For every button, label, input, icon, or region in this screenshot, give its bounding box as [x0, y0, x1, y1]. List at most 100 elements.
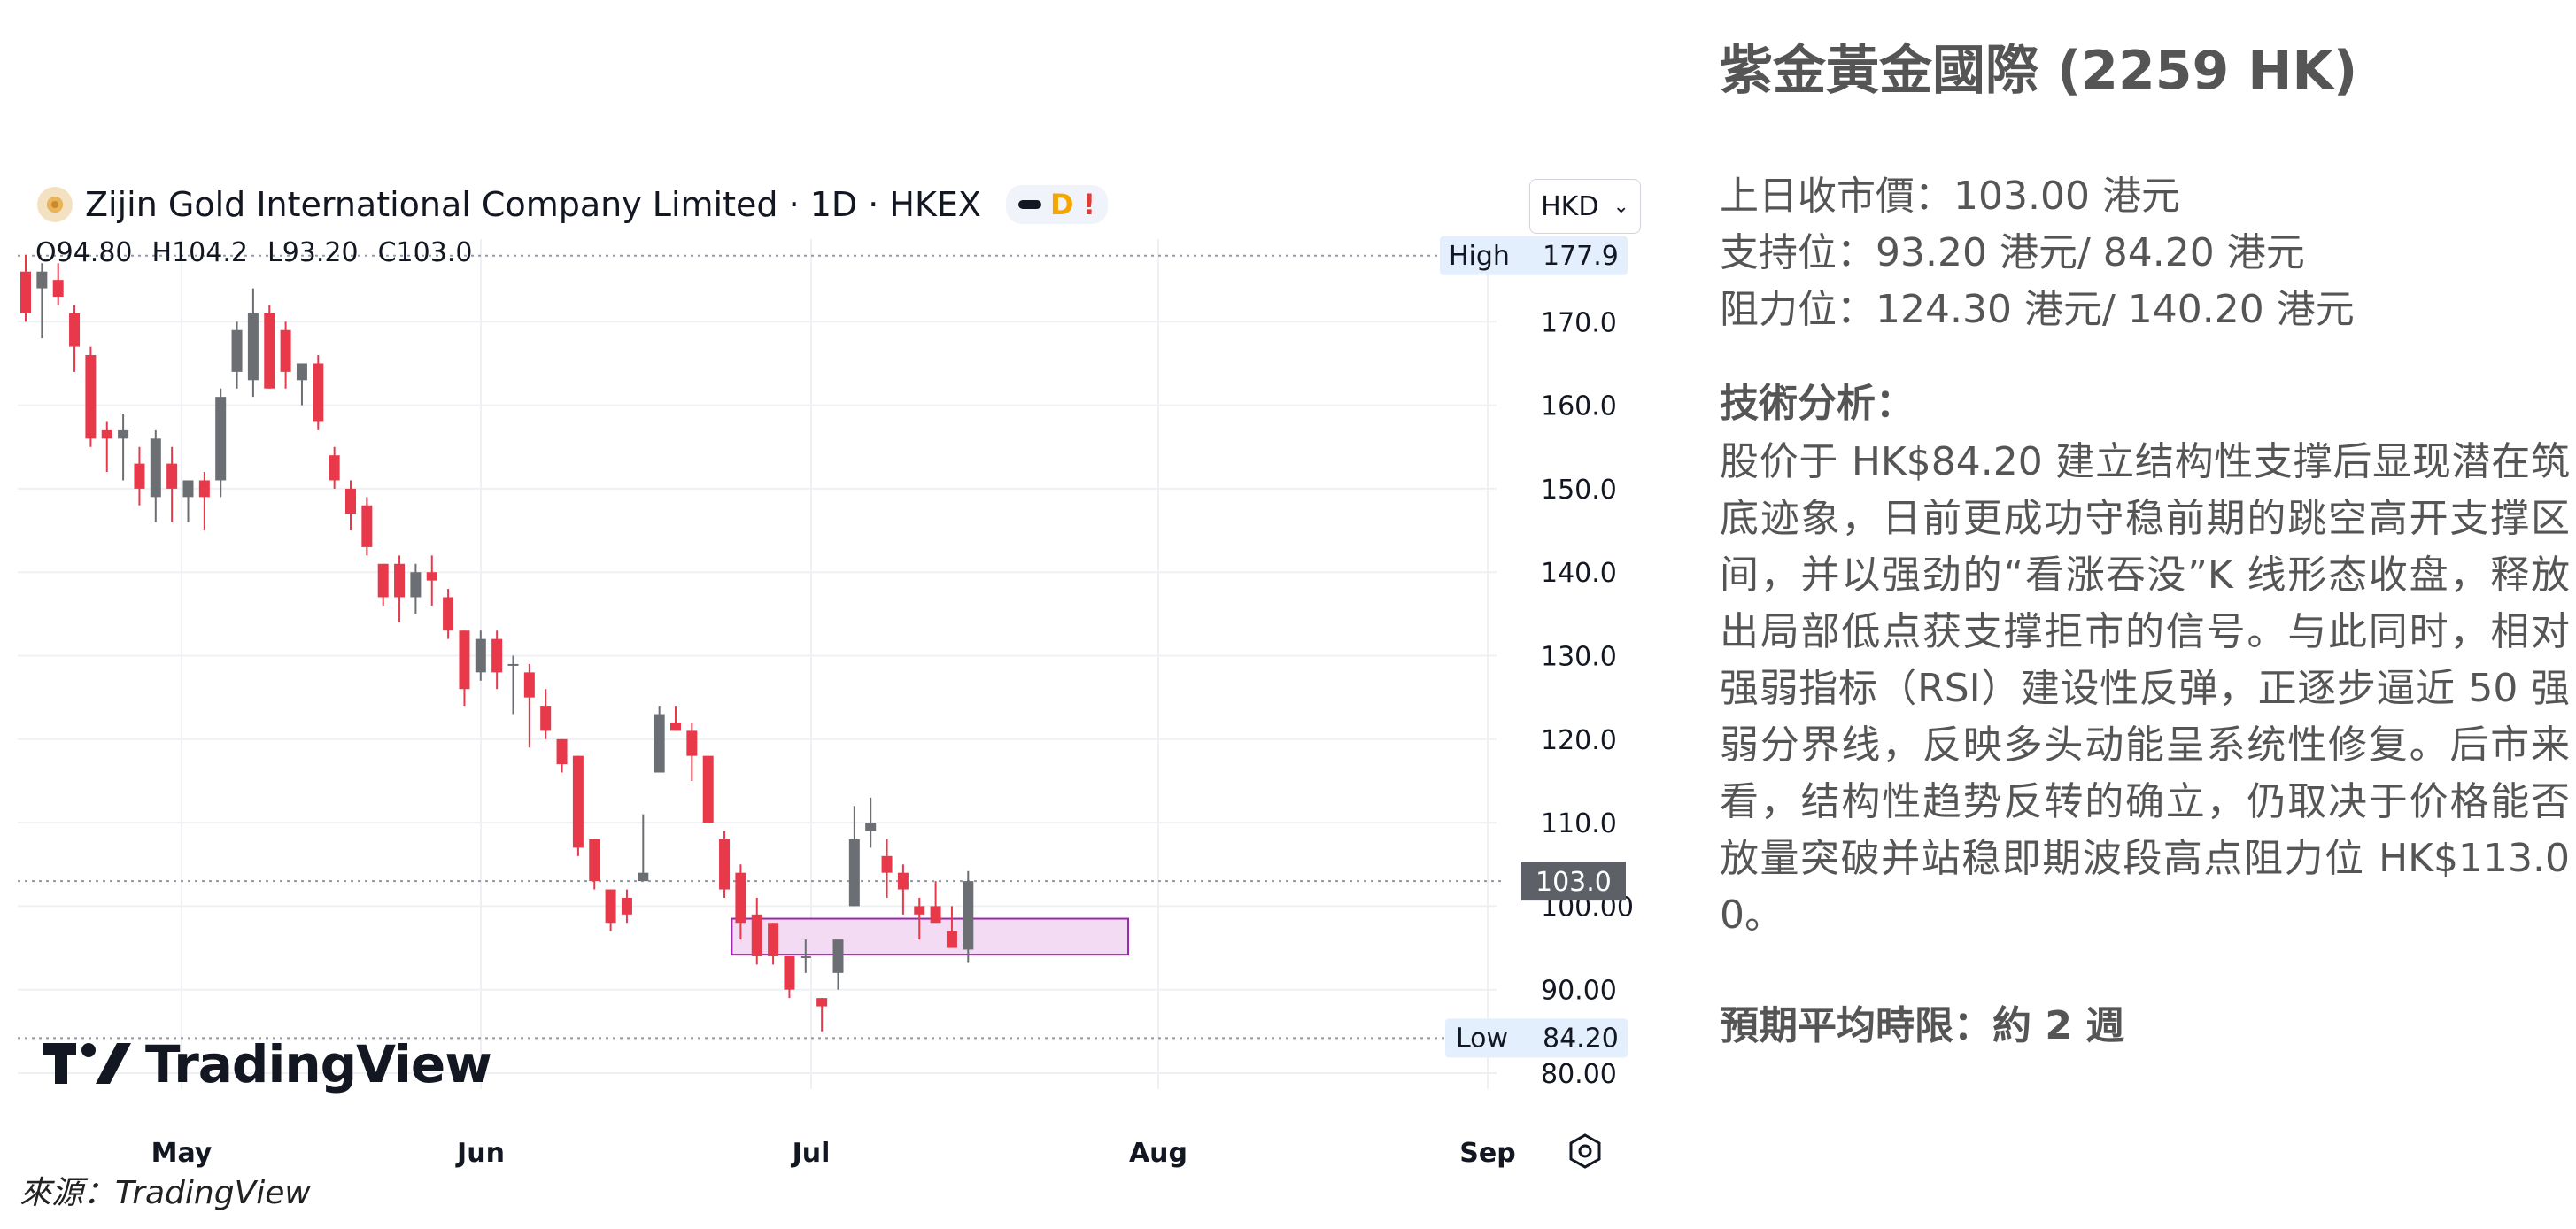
candle-body	[52, 280, 64, 298]
candle-body	[638, 872, 649, 882]
candle-body	[150, 438, 161, 498]
candle	[69, 305, 81, 372]
symbol-title[interactable]: Zijin Gold International Company Limited…	[85, 185, 981, 224]
candle	[182, 480, 194, 522]
candle	[491, 630, 503, 690]
candle	[231, 321, 243, 389]
candle	[589, 839, 600, 890]
tradingview-wordmark: TradingView	[145, 1034, 492, 1094]
candlestick-series	[20, 254, 974, 1032]
analysis-panel: 紫金黃金國際 (2259 HK) 上日收市價：103.00 港元 支持位：93.…	[1720, 27, 2570, 1050]
currency-select-button[interactable]: HKD ⌄	[1529, 179, 1641, 234]
candle-body	[475, 638, 486, 673]
candle	[507, 655, 519, 715]
tradingview-mark-icon	[43, 1043, 131, 1084]
candle	[523, 663, 535, 748]
candle-body	[719, 839, 731, 890]
warning-flag: !	[1082, 188, 1096, 221]
candle-body	[118, 429, 129, 439]
candle-body	[36, 271, 48, 289]
candle-body	[751, 914, 762, 956]
candle-body	[20, 271, 31, 313]
candle-body	[881, 855, 893, 873]
candle-body	[491, 638, 503, 673]
candle	[930, 881, 941, 924]
x-tick-label: May	[151, 1138, 213, 1169]
candle-body	[865, 823, 877, 831]
candle-body	[69, 313, 81, 347]
chart-settings-icon[interactable]	[1566, 1132, 1605, 1171]
candle	[150, 429, 161, 522]
candle-body	[605, 889, 616, 924]
candle	[638, 814, 649, 882]
candle-body	[443, 597, 454, 631]
candle-body	[215, 397, 227, 481]
resistance-levels: 阻力位：124.30 港元/ 140.20 港元	[1720, 287, 2355, 332]
candle-body	[231, 329, 243, 372]
candle-body	[686, 730, 698, 756]
analysis-heading: 技術分析：	[1720, 381, 1915, 426]
candle	[963, 870, 974, 963]
y-tick-label: 140.0	[1541, 558, 1617, 589]
stock-title: 紫金黃金國際 (2259 HK)	[1720, 40, 2358, 102]
candle-body	[426, 572, 437, 581]
y-tick-label: 120.0	[1541, 725, 1617, 756]
candle-body	[296, 363, 307, 381]
candle	[52, 263, 64, 305]
ohlc-low: L93.20	[267, 237, 359, 268]
candle-body	[930, 906, 941, 924]
candle-body	[329, 455, 340, 481]
candle	[426, 555, 437, 606]
candle-body	[166, 463, 178, 489]
candle-body	[702, 755, 714, 823]
candle-body	[313, 363, 324, 422]
last-price-value: 103.0	[1536, 867, 1612, 898]
support-zone-box	[731, 917, 1130, 956]
currency-label: HKD	[1541, 190, 1599, 222]
candle-body	[897, 872, 909, 890]
ohlc-close: C103.0	[377, 237, 473, 268]
chevron-down-icon: ⌄	[1613, 195, 1629, 218]
candle-body	[589, 839, 600, 882]
candle-body	[540, 706, 552, 731]
candle	[768, 923, 779, 965]
candle	[686, 722, 698, 781]
candle-body	[556, 738, 568, 765]
candle	[832, 939, 844, 990]
candle	[36, 263, 48, 339]
candle	[166, 446, 178, 522]
candle-body	[946, 931, 957, 948]
symbol-status-flags[interactable]: D !	[1005, 185, 1109, 224]
candle-body	[361, 505, 373, 547]
candle	[784, 955, 795, 999]
candle	[702, 755, 714, 823]
minus-icon	[1017, 200, 1041, 209]
candle-body	[85, 355, 97, 439]
chart-legend-header: Zijin Gold International Company Limited…	[37, 177, 1109, 232]
support-levels: 支持位：93.20 港元/ 84.20 港元	[1720, 230, 2305, 275]
candle-body	[523, 672, 535, 698]
candle	[572, 755, 584, 856]
tradingview-logo: TradingView	[43, 1034, 492, 1094]
candle	[85, 346, 97, 447]
y-tick-label: 150.0	[1541, 475, 1617, 506]
price-axis: 80.0090.00100.00110.0120.0130.0140.0150.…	[1440, 236, 1634, 1090]
candle	[215, 388, 227, 498]
candle	[296, 363, 307, 406]
low-value: 84.20	[1543, 1023, 1619, 1054]
candle-body	[963, 881, 974, 950]
low-label: Low	[1456, 1023, 1508, 1054]
candle	[865, 797, 877, 848]
candle-body	[800, 955, 811, 958]
candle	[540, 689, 552, 739]
high-label: High	[1449, 241, 1510, 272]
y-tick-label: 130.0	[1541, 642, 1617, 673]
candle	[134, 446, 145, 506]
candle-body	[410, 572, 422, 598]
high-value: 177.9	[1543, 241, 1619, 272]
candle	[621, 889, 632, 924]
candle-body	[264, 313, 275, 389]
candle	[329, 446, 340, 489]
candle	[247, 288, 259, 398]
candle-body	[247, 313, 259, 381]
